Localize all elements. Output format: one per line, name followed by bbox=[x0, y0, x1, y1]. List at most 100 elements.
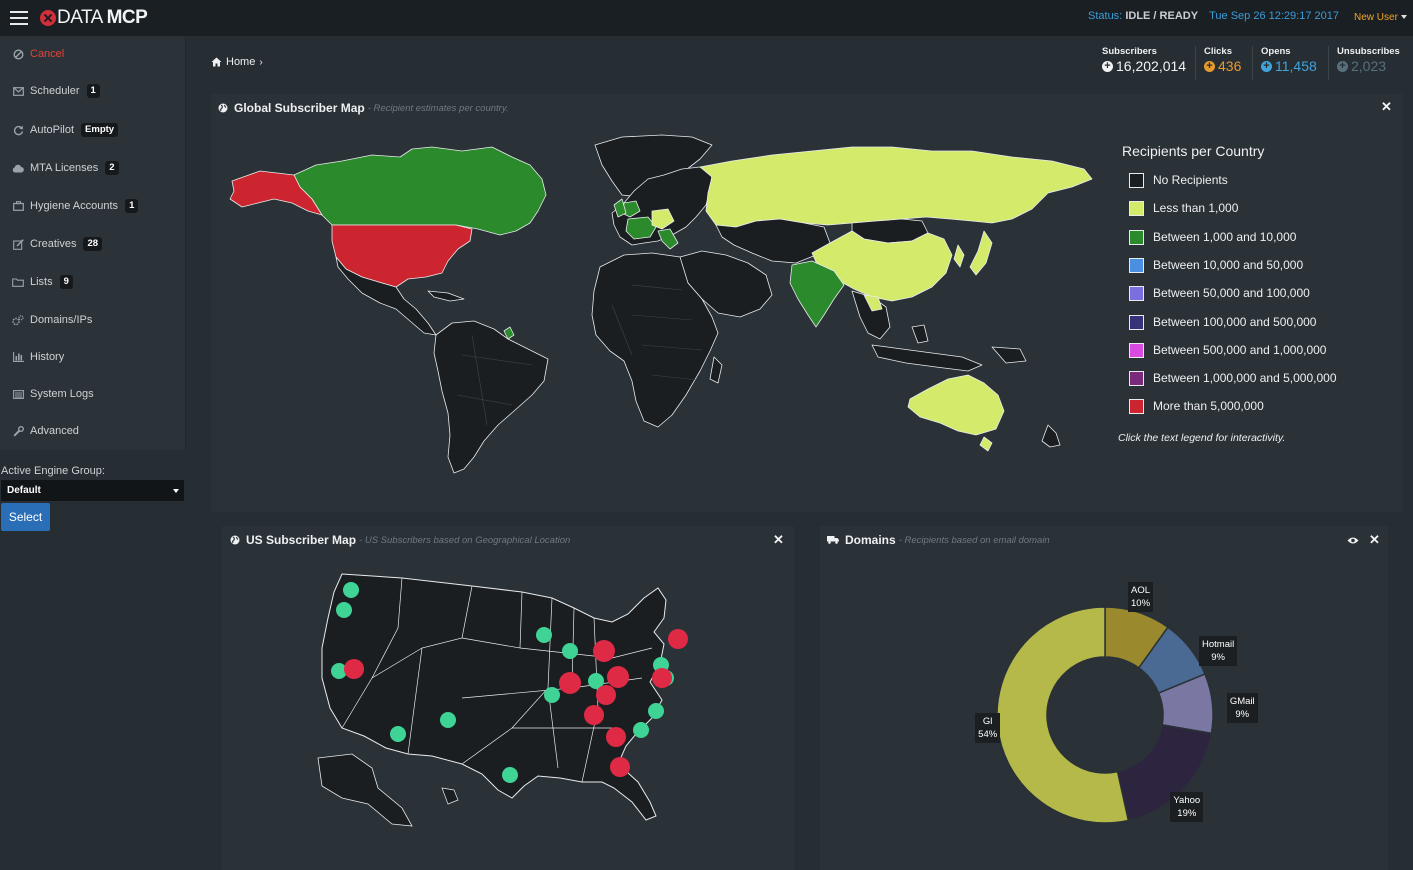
brand-logo[interactable]: DATA MCP bbox=[40, 7, 148, 29]
user-name: New User bbox=[1354, 12, 1398, 23]
legend-swatch bbox=[1129, 200, 1144, 216]
sidebar-item-label: Cancel bbox=[30, 48, 65, 60]
sidebar-item-domains-ips[interactable]: Domains/IPs bbox=[12, 310, 92, 330]
donut-label-name: GMail bbox=[1229, 696, 1255, 708]
bar-chart-icon bbox=[12, 351, 24, 363]
donut-label-value: 54% bbox=[978, 728, 998, 740]
donut-label: Yahoo 19% bbox=[1170, 792, 1204, 823]
donut-label-value: 9% bbox=[1211, 652, 1225, 664]
sidebar-item-history[interactable]: History bbox=[12, 347, 64, 367]
globe-icon bbox=[230, 535, 240, 545]
legend-swatch bbox=[1129, 257, 1144, 273]
donut-label-name: Hotmail bbox=[1202, 639, 1235, 651]
engine-group-value: Default bbox=[7, 485, 41, 496]
sidebar-item-label: Creatives bbox=[30, 238, 77, 250]
us-map-title: US Subscriber Map - US Subscribers based… bbox=[230, 533, 570, 547]
legend-item[interactable]: Between 10,000 and 50,000 bbox=[1129, 256, 1303, 274]
legend-label[interactable]: No Recipients bbox=[1153, 173, 1228, 187]
cloud-icon bbox=[12, 162, 24, 174]
sidebar-item-label: AutoPilot bbox=[30, 124, 75, 136]
sidebar-item-creatives[interactable]: Creatives 28 bbox=[12, 234, 103, 254]
legend-swatch bbox=[1129, 370, 1144, 386]
count-badge: 9 bbox=[59, 275, 73, 289]
user-menu[interactable]: New User bbox=[1354, 12, 1407, 23]
status-label: Status: bbox=[1088, 10, 1123, 22]
legend-label[interactable]: Between 10,000 and 50,000 bbox=[1153, 258, 1303, 272]
legend-swatch bbox=[1129, 172, 1144, 188]
sidebar-item-label: System Logs bbox=[30, 388, 94, 400]
legend-item[interactable]: No Recipients bbox=[1129, 171, 1228, 189]
top-bar: DATA MCP Status: IDLE / READY Tue Sep 26… bbox=[0, 0, 1413, 36]
close-icon[interactable]: ✕ bbox=[1369, 532, 1380, 548]
chevron-down-icon bbox=[173, 489, 179, 493]
menu-icon[interactable] bbox=[10, 11, 28, 25]
logo-mark-icon bbox=[40, 10, 56, 26]
stat-value: 16,202,014 bbox=[1116, 58, 1187, 74]
legend-label[interactable]: Between 50,000 and 100,000 bbox=[1153, 286, 1310, 300]
plus-circle-icon: + bbox=[1204, 60, 1215, 72]
panel-title-text: Domains bbox=[845, 533, 896, 547]
legend-label[interactable]: Between 1,000 and 10,000 bbox=[1153, 230, 1296, 244]
legend-item[interactable]: Between 1,000,000 and 5,000,000 bbox=[1129, 369, 1337, 387]
sidebar-item-mta-licenses[interactable]: MTA Licenses 2 bbox=[12, 158, 119, 178]
sidebar-item-autopilot[interactable]: AutoPilot Empty bbox=[12, 120, 119, 140]
breadcrumb[interactable]: Home › bbox=[211, 56, 263, 68]
engine-group-select[interactable]: Default bbox=[1, 480, 184, 501]
sidebar-item-label: Scheduler bbox=[30, 85, 80, 97]
legend-note: Click the text legend for interactivity. bbox=[1118, 432, 1286, 444]
sidebar-item-advanced[interactable]: Advanced bbox=[12, 421, 79, 441]
legend-label[interactable]: Between 100,000 and 500,000 bbox=[1153, 315, 1316, 329]
sidebar-item-lists[interactable]: Lists 9 bbox=[12, 272, 73, 292]
donut-label: GMail 9% bbox=[1226, 693, 1258, 724]
count-badge: 1 bbox=[86, 84, 100, 98]
folder-icon bbox=[12, 276, 24, 288]
legend-item[interactable]: Between 500,000 and 1,000,000 bbox=[1129, 341, 1326, 359]
plus-circle-icon: + bbox=[1102, 60, 1113, 72]
stat-label: Unsubscribes bbox=[1337, 46, 1400, 57]
select-button[interactable]: Select bbox=[1, 503, 50, 531]
cogs-icon bbox=[12, 314, 24, 326]
stat-unsubscribes: Unsubscribes +2,023 bbox=[1337, 46, 1400, 76]
legend-label[interactable]: Less than 1,000 bbox=[1153, 201, 1238, 215]
caret-down-icon bbox=[1400, 15, 1407, 20]
sidebar-item-label: Lists bbox=[30, 276, 53, 288]
briefcase-icon bbox=[12, 200, 24, 212]
donut-label-name: Gl bbox=[982, 715, 993, 727]
sidebar-item-label: History bbox=[30, 351, 65, 363]
sidebar-item-label: MTA Licenses bbox=[30, 162, 99, 174]
sidebar-item-hygiene-accounts[interactable]: Hygiene Accounts 1 bbox=[12, 196, 139, 216]
brand-prefix: DATA bbox=[57, 7, 102, 28]
edit-icon bbox=[12, 238, 24, 250]
wrench-icon bbox=[12, 425, 24, 437]
donut-label: Gl 54% bbox=[975, 712, 1001, 743]
ban-icon bbox=[12, 48, 24, 60]
engine-status: Status: IDLE / READY Tue Sep 26 12:29:17… bbox=[1088, 10, 1339, 22]
sidebar-item-cancel[interactable]: Cancel bbox=[12, 44, 64, 64]
us-map[interactable] bbox=[312, 568, 722, 830]
donut-label: AOL 10% bbox=[1128, 581, 1154, 612]
plus-circle-icon: + bbox=[1337, 60, 1348, 72]
status-value: IDLE / READY bbox=[1125, 10, 1199, 22]
legend-label[interactable]: Between 500,000 and 1,000,000 bbox=[1153, 343, 1326, 357]
legend-item[interactable]: Between 1,000 and 10,000 bbox=[1129, 228, 1296, 246]
plus-circle-icon: + bbox=[1261, 60, 1272, 72]
eye-icon[interactable] bbox=[1347, 534, 1359, 548]
legend-item[interactable]: More than 5,000,000 bbox=[1129, 397, 1264, 415]
panel-subtitle: - Recipients based on email domain bbox=[898, 534, 1050, 546]
legend-item[interactable]: Between 100,000 and 500,000 bbox=[1129, 313, 1316, 331]
stat-label: Opens bbox=[1261, 46, 1291, 57]
stat-value: 436 bbox=[1218, 58, 1242, 74]
sidebar-item-scheduler[interactable]: Scheduler 1 bbox=[12, 81, 100, 101]
legend-label[interactable]: Between 1,000,000 and 5,000,000 bbox=[1153, 371, 1337, 385]
refresh-icon bbox=[12, 124, 24, 136]
close-icon[interactable]: ✕ bbox=[773, 532, 784, 548]
breadcrumb-home[interactable]: Home bbox=[226, 56, 255, 68]
stat-opens: Opens +11,458 bbox=[1261, 46, 1317, 76]
legend-item[interactable]: Between 50,000 and 100,000 bbox=[1129, 284, 1310, 302]
stat-value: 11,458 bbox=[1275, 58, 1317, 74]
stat-label: Clicks bbox=[1204, 46, 1232, 57]
sidebar-item-system-logs[interactable]: System Logs bbox=[12, 384, 94, 404]
legend-label[interactable]: More than 5,000,000 bbox=[1153, 399, 1264, 413]
sidebar-item-label: Advanced bbox=[30, 425, 79, 437]
legend-item[interactable]: Less than 1,000 bbox=[1129, 199, 1238, 217]
